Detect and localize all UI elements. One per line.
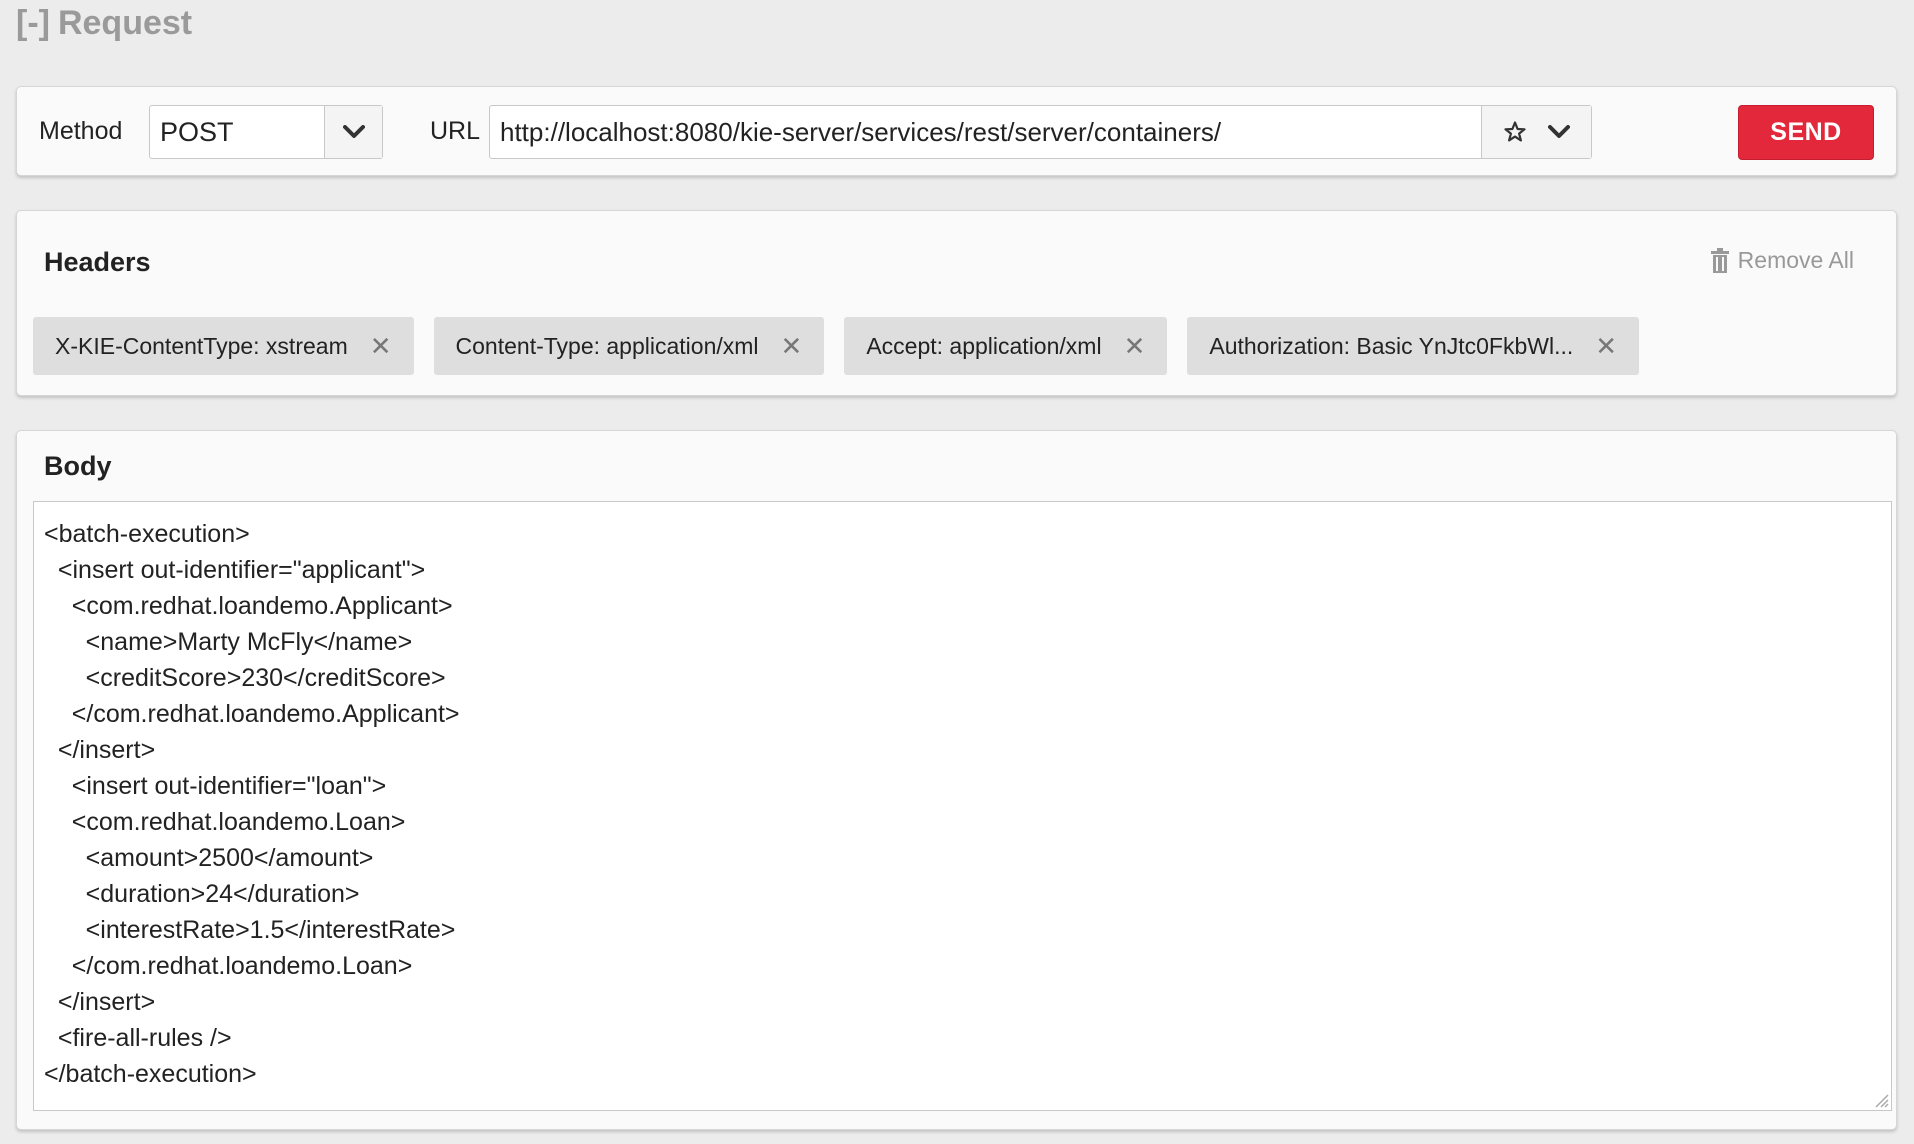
header-chip[interactable]: Content-Type: application/xml ✕: [433, 317, 825, 375]
url-input[interactable]: http://localhost:8080/kie-server/service…: [489, 105, 1592, 159]
chevron-down-icon: [342, 125, 365, 138]
body-textarea[interactable]: <batch-execution> <insert out-identifier…: [33, 501, 1892, 1111]
header-chip[interactable]: Accept: application/xml ✕: [844, 317, 1168, 375]
chevron-down-icon[interactable]: [1548, 125, 1570, 139]
headers-panel: Headers Remove All X-KIE-ContentType: xs…: [16, 210, 1897, 396]
header-chip-label: Accept: application/xml: [866, 332, 1102, 359]
method-dropdown-button[interactable]: [324, 106, 382, 158]
method-select[interactable]: POST: [149, 105, 383, 159]
star-icon[interactable]: [1503, 120, 1527, 144]
url-value[interactable]: http://localhost:8080/kie-server/service…: [490, 117, 1481, 148]
method-label: Method: [39, 117, 123, 145]
url-actions: [1481, 106, 1591, 158]
section-title: Request: [57, 4, 193, 42]
body-content[interactable]: <batch-execution> <insert out-identifier…: [44, 516, 1881, 1092]
close-icon[interactable]: ✕: [1124, 333, 1146, 359]
trash-icon: [1710, 247, 1729, 273]
request-bar: Method POST URL http://localhost:8080/ki…: [16, 86, 1897, 176]
url-label: URL: [430, 117, 481, 145]
remove-all-label[interactable]: Remove All: [1738, 247, 1854, 274]
header-chip-label: Content-Type: application/xml: [455, 332, 759, 359]
header-chip[interactable]: Authorization: Basic YnJtc0FkbWl... ✕: [1187, 317, 1640, 375]
header-chip-list: X-KIE-ContentType: xstream ✕ Content-Typ…: [33, 317, 1640, 375]
header-chip-label: X-KIE-ContentType: xstream: [55, 332, 348, 359]
send-button[interactable]: SEND: [1738, 105, 1874, 160]
body-title: Body: [44, 451, 112, 481]
request-section-toggle[interactable]: [-] Request: [16, 4, 192, 43]
header-chip[interactable]: X-KIE-ContentType: xstream ✕: [33, 317, 414, 375]
close-icon[interactable]: ✕: [1595, 333, 1617, 359]
close-icon[interactable]: ✕: [781, 333, 803, 359]
headers-title: Headers: [44, 247, 151, 277]
method-value[interactable]: POST: [150, 117, 324, 148]
body-panel: Body <batch-execution> <insert out-ident…: [16, 430, 1897, 1130]
resize-handle-icon[interactable]: [1871, 1090, 1889, 1108]
header-chip-label: Authorization: Basic YnJtc0FkbWl...: [1209, 332, 1574, 359]
close-icon[interactable]: ✕: [370, 333, 392, 359]
remove-all-button[interactable]: Remove All: [1710, 247, 1854, 274]
collapse-toggle[interactable]: [-]: [16, 4, 50, 42]
